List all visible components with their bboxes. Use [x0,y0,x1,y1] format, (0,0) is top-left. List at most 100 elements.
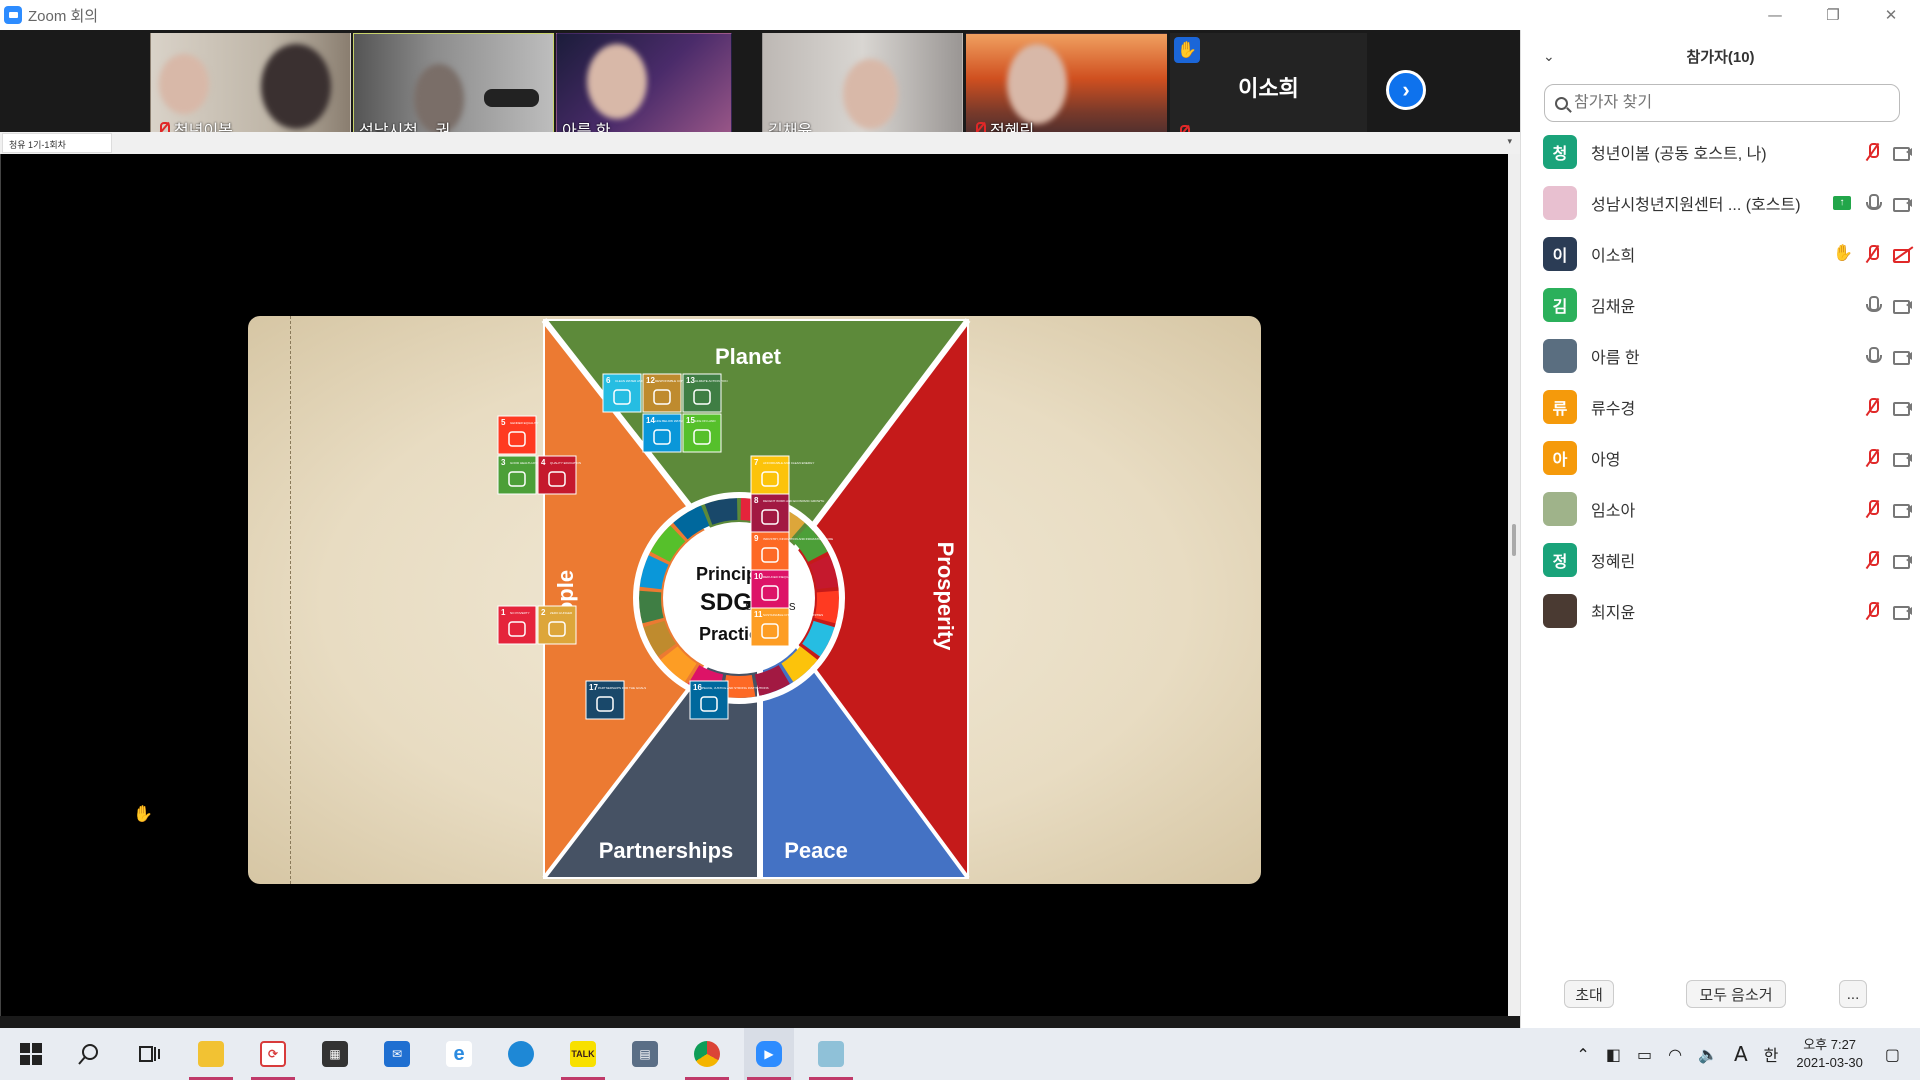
next-page-button[interactable]: › [1386,70,1426,110]
store-button[interactable]: ▦ [310,1028,360,1080]
more-options-button[interactable]: ... [1839,980,1867,1008]
muted-mic-icon[interactable] [1863,499,1881,519]
muted-mic-icon[interactable] [1863,601,1881,621]
participant-row[interactable]: 정 정혜린 [1521,534,1920,585]
kakaotalk-button[interactable]: TALK [558,1028,608,1080]
video-thumbnail[interactable]: 아름 한 [556,33,732,146]
video-off-icon[interactable] [1893,244,1911,264]
video-camera-icon[interactable] [1893,193,1912,213]
participant-search[interactable] [1544,84,1900,122]
notification-icon[interactable]: ▢ [1885,1045,1900,1064]
panel-title: 참가자(10) [1686,48,1755,66]
participant-row[interactable]: 최지윤 [1521,585,1920,636]
participant-row[interactable]: 이 이소희 ✋ [1521,228,1920,279]
goal-label: NO POVERTY [510,611,530,615]
mute-all-button[interactable]: 모두 음소거 [1686,980,1786,1008]
chevron-down-icon[interactable]: ⌄ [1543,48,1555,65]
share-tab[interactable]: 청유 1기-1회차 [2,133,112,153]
goal-label: DECENT WORK AND ECONOMIC GROWTH [763,499,824,503]
participant-list: 청 청년이봄 (공동 호스트, 나) 성남시청년지원센터 ... (호스트) ↑ 이 이소… [1521,126,1920,636]
clock-date: 2021-03-30 [1796,1055,1863,1070]
clock[interactable]: 오후 7:27 2021-03-30 [1796,1036,1863,1072]
video-camera-icon[interactable] [1893,142,1912,162]
volume-icon[interactable]: 🔈 [1698,1045,1718,1064]
screen-share-icon[interactable]: ↑ [1833,195,1851,210]
participant-row[interactable]: 류 류수경 [1521,381,1920,432]
chevron-up-icon[interactable]: ⌃ [1576,1045,1589,1064]
video-camera-icon[interactable] [1893,448,1912,468]
video-thumbnail[interactable]: 정혜린 [966,33,1167,146]
goal-label: LIFE ON LAND [695,419,716,423]
participant-row[interactable]: 김 김채윤 [1521,279,1920,330]
sdg-goal-tile: 1 NO POVERTY [497,605,537,645]
zoom-button[interactable]: ▶ [744,1028,794,1080]
calculator-icon: ▤ [632,1041,658,1067]
video-camera-icon[interactable] [1893,346,1912,366]
avatar: 정 [1543,542,1577,577]
microphone-icon[interactable] [1863,295,1882,315]
video-camera-icon[interactable] [1893,397,1912,417]
muted-mic-icon[interactable] [1863,448,1881,468]
participant-name: 청년이봄 (공동 호스트, 나) [1591,145,1767,163]
task-view-button[interactable] [124,1028,174,1080]
sync-app-button[interactable]: ⟳ [248,1028,298,1080]
video-thumbnail-no-video[interactable]: ✋ 이소희 [1170,33,1367,146]
internet-explorer-button[interactable]: e [434,1028,484,1080]
search-input[interactable] [1574,94,1874,112]
share-header: 청유 1기-1회차 ▾ [0,132,1520,154]
participant-row[interactable]: 아 아영 [1521,432,1920,483]
participant-row[interactable]: 아름 한 [1521,330,1920,381]
goal-number: 2 [541,608,546,617]
raised-hand-icon: ✋ [1174,37,1200,63]
video-thumbnail[interactable]: 청년이봄 [150,33,351,146]
presentation-slide: Principles SDG .SERVICES Practices Plane… [248,316,1261,884]
microphone-icon[interactable] [1863,193,1882,213]
vertical-scrollbar[interactable] [1508,154,1520,1016]
ime-indicator[interactable]: 한 [1764,1042,1779,1066]
muted-mic-icon[interactable] [1863,550,1881,570]
start-button[interactable] [6,1028,56,1080]
microphone-icon[interactable] [1863,346,1882,366]
muted-mic-icon[interactable] [1863,142,1881,162]
video-thumbnail-active-speaker[interactable]: 성남시청 ...권... [353,33,554,146]
muted-mic-icon[interactable] [1863,244,1881,264]
file-explorer-button[interactable] [186,1028,236,1080]
avatar: 청 [1543,134,1577,169]
participant-row[interactable]: 성남시청년지원센터 ... (호스트) ↑ [1521,177,1920,228]
font-indicator-icon[interactable]: A [1734,1042,1748,1066]
participant-row[interactable]: 임소아 [1521,483,1920,534]
video-camera-icon[interactable] [1893,550,1912,570]
search-button[interactable] [64,1028,114,1080]
close-button[interactable]: ✕ [1862,0,1920,30]
section-label-planet: Planet [715,344,782,369]
avatar [1543,593,1577,628]
chevron-down-icon[interactable]: ▾ [1507,136,1512,147]
sdg-goal-tile: 14 LIFE BELOW WATER [642,413,685,453]
battery-icon[interactable]: ▭ [1637,1045,1652,1064]
chrome-button[interactable] [682,1028,732,1080]
video-camera-icon[interactable] [1893,601,1912,621]
participant-row[interactable]: 청 청년이봄 (공동 호스트, 나) [1521,126,1920,177]
video-camera-icon[interactable] [1893,499,1912,519]
mail-button[interactable]: ✉ [372,1028,422,1080]
video-camera-icon[interactable] [1893,295,1912,315]
avatar [1543,185,1577,220]
kakaotalk-icon: TALK [570,1041,596,1067]
wheel-segment [814,590,839,624]
calculator-button[interactable]: ▤ [620,1028,670,1080]
app-button[interactable] [806,1028,856,1080]
video-thumbnail[interactable]: 김채윤 [762,33,963,146]
thumbnail-name: 이소희 [1238,76,1299,101]
restore-button[interactable]: ❐ [1804,0,1862,30]
raised-hand-icon[interactable]: ✋ [1833,244,1853,264]
muted-mic-icon[interactable] [1863,397,1881,417]
wifi-icon[interactable]: ◠ [1668,1045,1682,1064]
panel-footer: 초대 모두 음소거 ... [1521,980,1920,1010]
invite-button[interactable]: 초대 [1564,980,1614,1008]
edge-button[interactable] [496,1028,546,1080]
avatar: 류 [1543,389,1577,424]
goal-number: 5 [501,418,506,427]
minimize-button[interactable]: — [1746,0,1804,30]
shared-screen[interactable]: Principles SDG .SERVICES Practices Plane… [0,154,1508,1016]
camera-status-icon[interactable]: ◧ [1606,1045,1621,1064]
